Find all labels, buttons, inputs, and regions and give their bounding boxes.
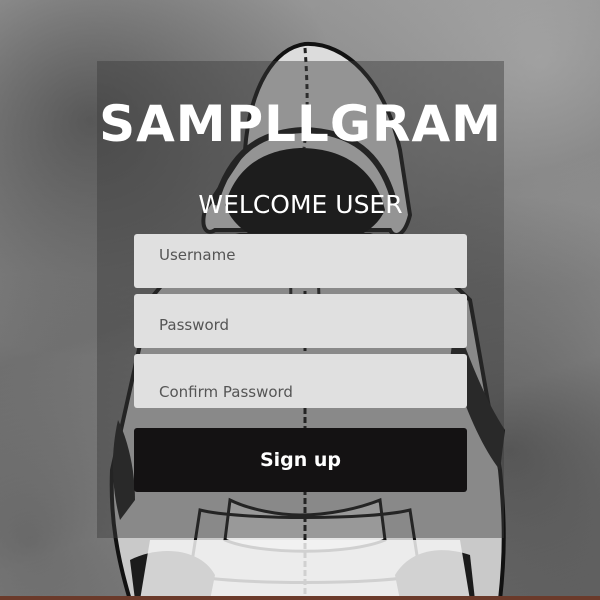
- username-input[interactable]: [134, 234, 467, 288]
- sign-up-button[interactable]: Sign up: [134, 428, 467, 492]
- welcome-heading: WELCOME USER: [198, 190, 403, 219]
- confirm-password-input[interactable]: [134, 354, 467, 408]
- password-input[interactable]: [134, 294, 467, 348]
- brand-logo: SAMPLLGRAM: [99, 95, 502, 153]
- bottom-strip: [0, 596, 600, 600]
